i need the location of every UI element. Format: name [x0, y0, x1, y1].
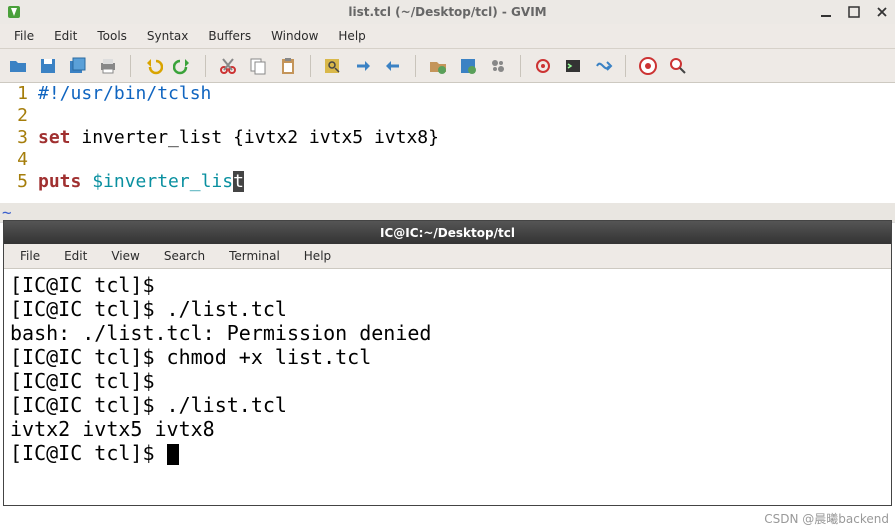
- term-menu-terminal[interactable]: Terminal: [219, 247, 290, 265]
- gvim-window: list.tcl (~/Desktop/tcl) - GVIM File Edi…: [0, 0, 895, 223]
- copy-icon[interactable]: [246, 54, 270, 78]
- term-line: [IC@IC tcl]$ chmod +x list.tcl: [10, 345, 371, 369]
- find-help-icon[interactable]: [666, 54, 690, 78]
- term-line: [IC@IC tcl]$: [10, 441, 167, 465]
- toolbar-separator: [520, 55, 521, 77]
- terminal-menubar: File Edit View Search Terminal Help: [4, 244, 891, 269]
- find-next-icon[interactable]: [351, 54, 375, 78]
- save-icon[interactable]: [36, 54, 60, 78]
- find-prev-icon[interactable]: [381, 54, 405, 78]
- load-session-icon[interactable]: [426, 54, 450, 78]
- toolbar-separator: [310, 55, 311, 77]
- gvim-menu-buffers[interactable]: Buffers: [200, 27, 259, 45]
- term-line: [IC@IC tcl]$ ./list.tcl: [10, 393, 287, 417]
- cut-icon[interactable]: [216, 54, 240, 78]
- gvim-title: list.tcl (~/Desktop/tcl) - GVIM: [0, 5, 895, 19]
- watermark: CSDN @晨曦backend: [764, 510, 889, 527]
- toolbar-separator: [625, 55, 626, 77]
- code-blank: [38, 149, 439, 171]
- term-menu-view[interactable]: View: [101, 247, 149, 265]
- make-icon[interactable]: [531, 54, 555, 78]
- find-replace-icon[interactable]: [321, 54, 345, 78]
- code-text: inverter_list {ivtx2 ivtx5 ivtx8}: [71, 127, 439, 148]
- line-number: 2: [0, 105, 28, 127]
- terminal-cursor: [167, 444, 179, 465]
- code-keyword-set: set: [38, 127, 71, 148]
- code-variable: $inverter_lis: [81, 171, 233, 192]
- shell-icon[interactable]: [561, 54, 585, 78]
- term-line: [IC@IC tcl]$: [10, 273, 167, 297]
- term-menu-edit[interactable]: Edit: [54, 247, 97, 265]
- print-icon[interactable]: [96, 54, 120, 78]
- gvim-menu-syntax[interactable]: Syntax: [139, 27, 196, 45]
- term-line: [IC@IC tcl]$ ./list.tcl: [10, 297, 287, 321]
- gvim-cursor: t: [233, 171, 244, 192]
- gvim-editor[interactable]: 1 2 3 4 5 #!/usr/bin/tclsh set inverter_…: [0, 83, 895, 203]
- tags-icon[interactable]: [591, 54, 615, 78]
- gvim-menubar: File Edit Tools Syntax Buffers Window He…: [0, 24, 895, 49]
- toolbar-separator: [130, 55, 131, 77]
- terminal-title: IC@IC:~/Desktop/tcl: [380, 226, 515, 240]
- close-icon[interactable]: [875, 5, 889, 19]
- paste-icon[interactable]: [276, 54, 300, 78]
- code-blank: [38, 105, 439, 127]
- term-menu-file[interactable]: File: [10, 247, 50, 265]
- gvim-code[interactable]: #!/usr/bin/tclsh set inverter_list {ivtx…: [38, 83, 439, 203]
- code-shebang: #!/usr/bin/tclsh: [38, 83, 211, 104]
- gvim-menu-tools[interactable]: Tools: [89, 27, 135, 45]
- gvim-menu-window[interactable]: Window: [263, 27, 326, 45]
- save-session-icon[interactable]: [456, 54, 480, 78]
- term-menu-search[interactable]: Search: [154, 247, 215, 265]
- gvim-gutter: 1 2 3 4 5: [0, 83, 38, 203]
- gvim-menu-help[interactable]: Help: [330, 27, 373, 45]
- terminal-titlebar[interactable]: IC@IC:~/Desktop/tcl: [4, 221, 891, 244]
- gvim-titlebar[interactable]: list.tcl (~/Desktop/tcl) - GVIM: [0, 0, 895, 24]
- undo-icon[interactable]: [141, 54, 165, 78]
- help-icon[interactable]: [636, 54, 660, 78]
- line-number: 4: [0, 149, 28, 171]
- terminal-window: IC@IC:~/Desktop/tcl File Edit View Searc…: [3, 220, 892, 506]
- minimize-icon[interactable]: [819, 5, 833, 19]
- maximize-icon[interactable]: [847, 5, 861, 19]
- term-line: ivtx2 ivtx5 ivtx8: [10, 417, 215, 441]
- code-keyword-puts: puts: [38, 171, 81, 192]
- save-all-icon[interactable]: [66, 54, 90, 78]
- line-number: 3: [0, 127, 28, 149]
- line-number: 5: [0, 171, 28, 193]
- gvim-menu-file[interactable]: File: [6, 27, 42, 45]
- open-icon[interactable]: [6, 54, 30, 78]
- term-line: [IC@IC tcl]$: [10, 369, 167, 393]
- toolbar-separator: [415, 55, 416, 77]
- term-menu-help[interactable]: Help: [294, 247, 341, 265]
- toolbar-separator: [205, 55, 206, 77]
- term-line: bash: ./list.tcl: Permission denied: [10, 321, 431, 345]
- run-script-icon[interactable]: [486, 54, 510, 78]
- redo-icon[interactable]: [171, 54, 195, 78]
- line-number: 1: [0, 83, 28, 105]
- gvim-toolbar: [0, 49, 895, 83]
- gvim-menu-edit[interactable]: Edit: [46, 27, 85, 45]
- terminal-body[interactable]: [IC@IC tcl]$ [IC@IC tcl]$ ./list.tcl bas…: [4, 269, 891, 505]
